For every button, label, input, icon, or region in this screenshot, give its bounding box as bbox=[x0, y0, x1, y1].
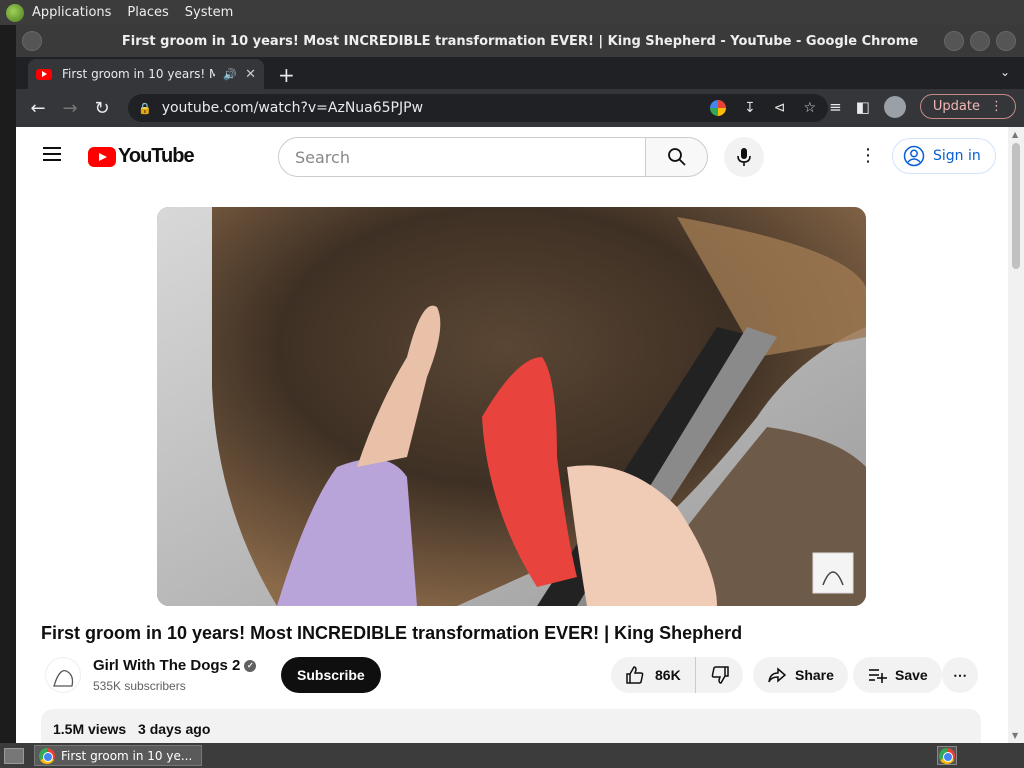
video-title: First groom in 10 years! Most INCREDIBLE… bbox=[41, 623, 743, 643]
google-icon[interactable] bbox=[709, 100, 726, 116]
sign-in-button[interactable]: Sign in bbox=[892, 138, 996, 174]
youtube-header: YouTube Search ⋮ Sign in bbox=[16, 127, 1008, 183]
menu-icon[interactable] bbox=[43, 147, 61, 161]
install-icon[interactable]: ↧ bbox=[744, 100, 756, 116]
youtube-wordmark: YouTube bbox=[118, 145, 195, 167]
channel-avatar[interactable] bbox=[45, 657, 81, 693]
menu-places[interactable]: Places bbox=[127, 5, 168, 20]
menu-applications[interactable]: Applications bbox=[32, 5, 111, 20]
like-dislike-group: 86K bbox=[611, 657, 743, 693]
bottom-taskbar: First groom in 10 ye... bbox=[0, 743, 1024, 768]
voice-search-button[interactable] bbox=[724, 137, 764, 177]
tab-title: First groom in 10 years! Most INCREDIBLE… bbox=[62, 67, 216, 81]
youtube-favicon bbox=[36, 68, 52, 80]
user-circle-icon bbox=[903, 145, 925, 167]
view-count: 1.5M views bbox=[53, 721, 127, 737]
mic-icon bbox=[737, 148, 751, 166]
chrome-icon bbox=[39, 747, 55, 764]
plus-icon[interactable]: + bbox=[278, 63, 295, 87]
share-button[interactable]: Share bbox=[753, 657, 848, 693]
subscribe-button[interactable]: Subscribe bbox=[281, 657, 381, 693]
minimize-button[interactable] bbox=[944, 31, 964, 51]
taskbar-task-title: First groom in 10 ye... bbox=[61, 748, 193, 763]
save-icon bbox=[869, 669, 887, 683]
tray-chrome[interactable] bbox=[937, 746, 957, 765]
queue-icon[interactable]: ≡ bbox=[829, 98, 842, 116]
more-icon: ⋯ bbox=[953, 666, 967, 683]
tray-chrome-icon bbox=[939, 747, 955, 764]
avatar-icon[interactable] bbox=[883, 95, 906, 118]
tab-youtube[interactable]: First groom in 10 years! Most INCREDIBLE… bbox=[28, 59, 264, 89]
description-box[interactable]: 1.5M views 3 days ago bbox=[41, 709, 981, 743]
chevron-down-icon[interactable]: ⌄ bbox=[1000, 65, 1010, 79]
maximize-button[interactable] bbox=[970, 31, 990, 51]
video-player[interactable] bbox=[157, 207, 866, 606]
more-actions-button[interactable]: ⋯ bbox=[942, 657, 978, 693]
dislike-icon bbox=[711, 666, 729, 684]
close-icon[interactable]: ✕ bbox=[245, 67, 256, 82]
gnome-foot-icon[interactable] bbox=[6, 3, 24, 22]
scrollbar-thumb[interactable] bbox=[1012, 143, 1020, 269]
page-scrollbar[interactable]: ▲ ▼ bbox=[1008, 127, 1024, 743]
verified-icon: ✓ bbox=[244, 660, 257, 673]
like-count: 86K bbox=[655, 667, 681, 683]
window-titlebar[interactable]: First groom in 10 years! Most INCREDIBLE… bbox=[16, 25, 1024, 57]
show-desktop-button[interactable] bbox=[4, 747, 24, 764]
tab-strip: First groom in 10 years! Most INCREDIBLE… bbox=[16, 57, 1024, 89]
url-text[interactable]: youtube.com/watch?v=AzNua65PJPw bbox=[162, 100, 710, 116]
back-icon[interactable]: ← bbox=[22, 98, 54, 119]
search-input[interactable]: Search bbox=[278, 137, 646, 177]
web-page: YouTube Search ⋮ Sign in First groom in … bbox=[16, 127, 1008, 743]
lock-icon[interactable]: 🔒 bbox=[138, 102, 152, 115]
channel-name-text: Girl With The Dogs 2 bbox=[93, 657, 241, 674]
kebab-icon: ⋮ bbox=[990, 99, 1003, 114]
subscriber-count: 535K subscribers bbox=[93, 679, 186, 693]
video-frame bbox=[157, 207, 866, 606]
scroll-down-icon[interactable]: ▼ bbox=[1012, 731, 1018, 740]
menu-system[interactable]: System bbox=[185, 5, 233, 20]
scroll-up-icon[interactable]: ▲ bbox=[1012, 130, 1018, 139]
reload-icon[interactable]: ↻ bbox=[86, 98, 118, 119]
window-title: First groom in 10 years! Most INCREDIBLE… bbox=[121, 33, 919, 49]
share-icon[interactable]: ⊲ bbox=[774, 100, 786, 116]
channel-name[interactable]: Girl With The Dogs 2 ✓ bbox=[93, 657, 257, 674]
sign-in-label: Sign in bbox=[933, 148, 981, 164]
browser-toolbar: ← → ↻ 🔒 youtube.com/watch?v=AzNua65PJPw … bbox=[16, 89, 1024, 127]
video-owner-row: Girl With The Dogs 2 ✓ 535K subscribers S… bbox=[41, 655, 991, 699]
update-label: Update bbox=[932, 99, 980, 114]
share-label: Share bbox=[795, 667, 834, 683]
settings-kebab-icon[interactable]: ⋮ bbox=[859, 145, 877, 166]
upload-age: 3 days ago bbox=[138, 721, 211, 737]
audio-icon[interactable]: 🔊 bbox=[223, 68, 237, 81]
dislike-button[interactable] bbox=[696, 657, 744, 693]
window-menu-button[interactable] bbox=[22, 31, 42, 51]
youtube-logo[interactable]: YouTube bbox=[88, 145, 195, 168]
sidebar-icon[interactable]: ◧ bbox=[856, 98, 870, 116]
channel-logo-icon bbox=[53, 669, 74, 687]
taskbar-chrome-window[interactable]: First groom in 10 ye... bbox=[34, 745, 202, 766]
address-bar[interactable]: 🔒 youtube.com/watch?v=AzNua65PJPw ↧ ⊲ ☆ bbox=[128, 94, 828, 122]
search-icon bbox=[667, 148, 686, 166]
youtube-play-icon bbox=[88, 146, 116, 167]
star-icon[interactable]: ☆ bbox=[803, 100, 816, 116]
desktop-edge bbox=[0, 25, 16, 743]
browser-window: First groom in 10 years! Most INCREDIBLE… bbox=[16, 25, 1024, 743]
top-panel: Applications Places System bbox=[0, 0, 1024, 25]
forward-icon[interactable]: → bbox=[54, 98, 86, 119]
share-icon bbox=[768, 667, 787, 683]
save-button[interactable]: Save bbox=[853, 657, 942, 693]
save-label: Save bbox=[895, 667, 928, 683]
like-icon bbox=[626, 666, 644, 684]
close-window-button[interactable] bbox=[996, 31, 1016, 51]
like-button[interactable]: 86K bbox=[611, 657, 696, 693]
update-button[interactable]: Update ⋮ bbox=[919, 94, 1016, 119]
search-button[interactable] bbox=[646, 137, 708, 177]
